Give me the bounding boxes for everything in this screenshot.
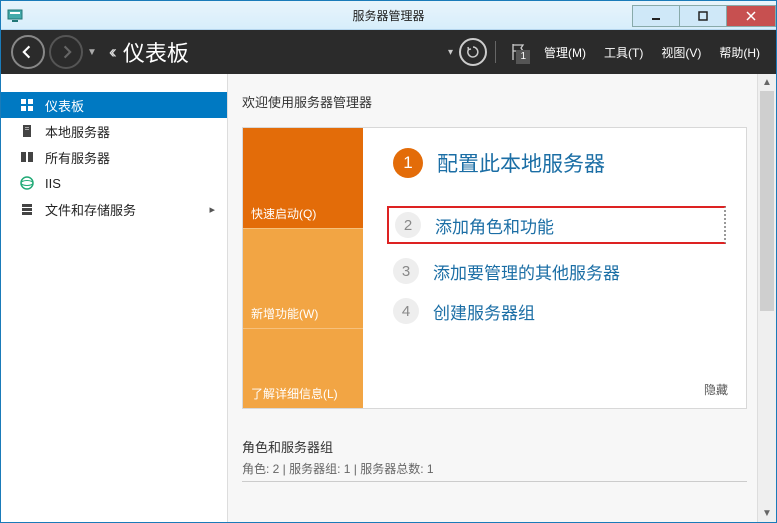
sidebar-item-label: 所有服务器 [45, 148, 110, 167]
breadcrumb-label: 仪表板 [123, 36, 189, 68]
sidebar-item-dashboard[interactable]: 仪表板 [1, 92, 227, 118]
refresh-button[interactable] [459, 38, 487, 66]
close-button[interactable] [727, 5, 776, 27]
sidebar-item-label: IIS [45, 176, 61, 191]
sidebar-item-file-storage[interactable]: 文件和存储服务 ▸ [1, 196, 227, 222]
scroll-up-arrow[interactable]: ▲ [758, 74, 776, 91]
task-number: 3 [393, 258, 419, 284]
menu-help[interactable]: 帮助(H) [713, 44, 766, 61]
task-add-roles-features[interactable]: 2 添加角色和功能 [387, 206, 726, 244]
task-label: 添加角色和功能 [435, 213, 554, 238]
nav-forward-button[interactable] [49, 35, 83, 69]
sidebar-item-label: 仪表板 [45, 96, 84, 115]
breadcrumb: ‹‹ 仪表板 [109, 36, 189, 68]
sidebar-item-local-server[interactable]: 本地服务器 [1, 118, 227, 144]
nav-back-button[interactable] [11, 35, 45, 69]
strip-learnmore[interactable]: 了解详细信息(L) [243, 328, 363, 408]
chevron-right-icon: ▸ [209, 203, 215, 216]
divider [495, 41, 496, 63]
title-bar: 服务器管理器 [1, 1, 776, 30]
task-number: 1 [393, 148, 423, 178]
iis-icon [19, 175, 35, 191]
scroll-down-arrow[interactable]: ▼ [758, 505, 776, 522]
maximize-button[interactable] [680, 5, 727, 27]
task-number: 4 [393, 298, 419, 324]
quickstart-panel: 快速启动(Q) 新增功能(W) 了解详细信息(L) 1 配置此本地服务器 2 [242, 127, 747, 409]
sidebar-item-iis[interactable]: IIS [1, 170, 227, 196]
dashboard-icon [19, 97, 35, 113]
notifications-button[interactable]: 1 [504, 40, 532, 64]
scroll-thumb[interactable] [760, 91, 774, 311]
menu-tools[interactable]: 工具(T) [598, 44, 649, 61]
roles-section-heading: 角色和服务器组 [242, 437, 747, 456]
sidebar-item-label: 本地服务器 [45, 122, 110, 141]
sidebar-item-label: 文件和存储服务 [45, 200, 136, 219]
app-icon [7, 7, 23, 23]
header-bar: ▼ ‹‹ 仪表板 ▾ 1 管理(M) 工具(T) 视图(V) 帮助(H) [1, 30, 776, 74]
server-icon [19, 123, 35, 139]
nav-history-dropdown[interactable]: ▼ [87, 47, 97, 58]
task-label: 创建服务器组 [433, 299, 535, 324]
strip-quickstart[interactable]: 快速启动(Q) [243, 128, 363, 228]
sidebar-item-all-servers[interactable]: 所有服务器 [1, 144, 227, 170]
notification-count: 1 [516, 50, 530, 64]
task-create-server-group[interactable]: 4 创建服务器组 [393, 298, 726, 324]
welcome-heading: 欢迎使用服务器管理器 [242, 92, 747, 111]
chevron-icon: ‹‹ [109, 42, 113, 63]
header-dropdown[interactable]: ▾ [448, 47, 453, 58]
menu-view[interactable]: 视图(V) [655, 44, 707, 61]
hide-link[interactable]: 隐藏 [704, 381, 728, 398]
task-number: 2 [395, 212, 421, 238]
servers-icon [19, 149, 35, 165]
task-configure-server[interactable]: 1 配置此本地服务器 [393, 148, 726, 178]
menu-manage[interactable]: 管理(M) [538, 44, 592, 61]
task-label: 配置此本地服务器 [437, 148, 605, 178]
storage-icon [19, 201, 35, 217]
sidebar: 仪表板 本地服务器 所有服务器 IIS 文件和存储服务 ▸ [1, 74, 228, 522]
strip-whatsnew[interactable]: 新增功能(W) [243, 228, 363, 328]
vertical-scrollbar[interactable]: ▲ ▼ [757, 74, 776, 522]
task-add-other-servers[interactable]: 3 添加要管理的其他服务器 [393, 258, 726, 284]
task-label: 添加要管理的其他服务器 [433, 259, 620, 284]
minimize-button[interactable] [632, 5, 680, 27]
roles-section-subtitle: 角色: 2 | 服务器组: 1 | 服务器总数: 1 [242, 460, 747, 482]
